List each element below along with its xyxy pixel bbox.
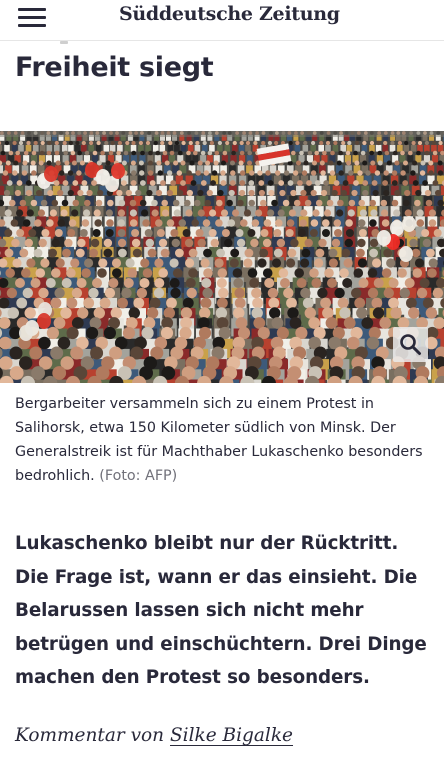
article-headline: Freiheit siegt (15, 52, 214, 83)
site-header: Süddeutsche Zeitung (0, 0, 444, 41)
byline-prefix: Kommentar von (15, 725, 165, 746)
site-logo[interactable]: Süddeutsche Zeitung (119, 3, 340, 25)
image-caption: Bergarbeiter versammeln sich zu einem Pr… (15, 392, 431, 488)
caption-text: Bergarbeiter versammeln sich zu einem Pr… (15, 396, 423, 484)
article-photo[interactable] (0, 131, 444, 383)
zoom-icon[interactable] (393, 327, 428, 362)
hamburger-menu-icon[interactable] (18, 7, 46, 27)
crowd-photo (0, 131, 444, 383)
scroll-indicator (60, 41, 68, 44)
author-link[interactable]: Silke Bigalke (170, 725, 293, 746)
article-teaser: Lukaschenko bleibt nur der Rücktritt. Di… (15, 533, 427, 688)
photo-credit: (Foto: AFP) (99, 468, 178, 484)
byline: Kommentar von Silke Bigalke (15, 725, 293, 746)
